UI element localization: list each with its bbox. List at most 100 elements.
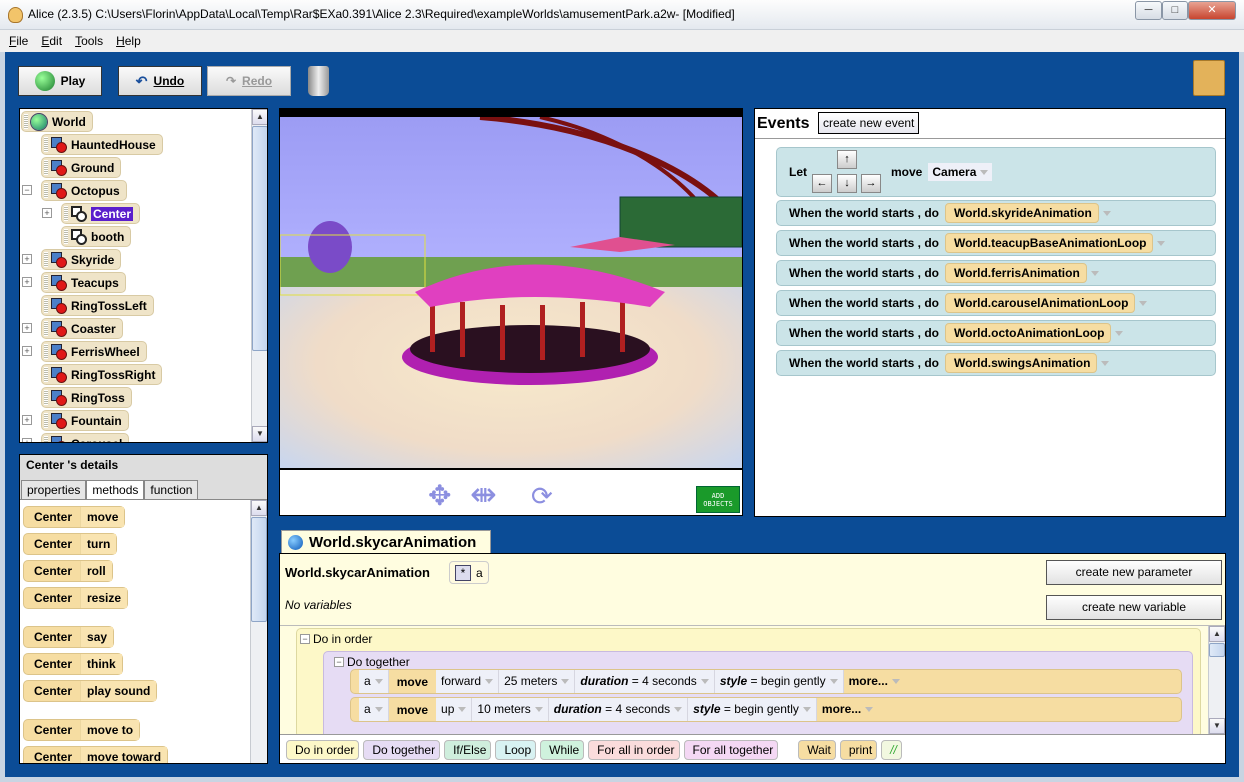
clipboard-icon[interactable] — [1193, 60, 1225, 96]
trash-icon[interactable] — [308, 66, 329, 96]
tree-item[interactable]: Skyride — [41, 248, 122, 271]
scroll-down-icon[interactable]: ▼ — [1209, 718, 1225, 734]
tab-function[interactable]: function — [144, 480, 199, 500]
tree-item[interactable]: Carousel — [41, 432, 130, 442]
method-tile[interactable]: Center roll — [23, 560, 113, 582]
amount-dropdown[interactable]: 25 meters — [499, 670, 576, 693]
palette-tile[interactable]: For all together — [683, 740, 779, 760]
expand-icon[interactable]: + — [22, 277, 32, 287]
tree-item[interactable]: Center — [61, 202, 141, 225]
scroll-up-icon[interactable]: ▲ — [1209, 626, 1225, 642]
tree-item[interactable]: Teacups — [41, 271, 126, 294]
world-start-event[interactable]: When the world starts , do World.ferrisAn… — [776, 260, 1216, 286]
tree-item-world[interactable]: World — [21, 110, 93, 133]
palette-tile[interactable]: Do in order — [286, 740, 360, 760]
duration-dropdown[interactable]: duration = 4 seconds — [548, 698, 689, 721]
handler-dropdown[interactable]: World.swingsAnimation — [945, 353, 1098, 373]
style-dropdown[interactable]: style = begin gently — [714, 670, 844, 693]
palette-tile[interactable]: Do together — [363, 740, 441, 760]
palette-tile[interactable]: // — [881, 740, 902, 760]
methods-scrollbar[interactable]: ▲ — [250, 500, 267, 763]
method-tile[interactable]: Center move to — [23, 719, 141, 741]
undo-button[interactable]: ↶ Undo — [118, 66, 202, 96]
method-tile[interactable]: Center think — [23, 653, 123, 675]
method-editor-tab[interactable]: World.skycarAnimation — [281, 530, 491, 554]
add-objects-button[interactable]: ADD OBJECTS — [696, 486, 740, 513]
duration-dropdown[interactable]: duration = 4 seconds — [575, 670, 715, 693]
handler-dropdown[interactable]: World.skyrideAnimation — [945, 203, 1099, 223]
palette-tile[interactable]: Loop — [495, 740, 537, 760]
tree-item[interactable]: RingTossLeft — [41, 294, 154, 317]
menu-help[interactable]: Help — [107, 30, 145, 48]
palette-tile[interactable]: Wait — [798, 740, 836, 760]
method-tile[interactable]: Center resize — [23, 587, 129, 609]
collapse-icon[interactable]: − — [334, 657, 344, 667]
tree-item[interactable]: Coaster — [41, 317, 123, 340]
world-start-event[interactable]: When the world starts , do World.swingsAn… — [776, 350, 1216, 376]
world-start-event[interactable]: When the world starts , do World.carousel… — [776, 290, 1216, 316]
tree-item[interactable]: booth — [61, 225, 132, 248]
dropdown-arrow-icon[interactable] — [1090, 270, 1099, 276]
expand-icon[interactable]: + — [22, 415, 32, 425]
world-view[interactable] — [279, 108, 745, 469]
expand-icon[interactable]: + — [22, 438, 32, 442]
maximize-button[interactable]: □ — [1162, 1, 1188, 20]
close-button[interactable]: ✕ — [1188, 1, 1236, 20]
tree-item[interactable]: HauntedHouse — [41, 133, 163, 156]
tab-properties[interactable]: properties — [21, 480, 87, 500]
tree-item[interactable]: RingTossRight — [41, 363, 163, 386]
scroll-down-icon[interactable]: ▼ — [252, 426, 267, 442]
dropdown-arrow-icon[interactable] — [1157, 240, 1166, 246]
direction-dropdown[interactable]: up — [436, 698, 473, 721]
tab-methods[interactable]: methods — [86, 480, 145, 500]
minimize-button[interactable]: ─ — [1135, 1, 1162, 20]
object-dropdown[interactable]: a — [359, 670, 389, 693]
world-start-event[interactable]: When the world starts , do World.teacupBa… — [776, 230, 1216, 256]
palette-tile[interactable]: For all in order — [588, 740, 680, 760]
scroll-up-icon[interactable]: ▲ — [251, 500, 267, 516]
tree-item[interactable]: Fountain — [41, 409, 129, 432]
expand-icon[interactable]: + — [22, 254, 32, 264]
method-tile[interactable]: Center say — [23, 626, 115, 648]
menu-edit[interactable]: Edit — [32, 30, 66, 48]
direction-dropdown[interactable]: forward — [436, 670, 500, 693]
editor-scrollbar[interactable]: ▲ ▼ — [1208, 626, 1225, 734]
scroll-thumb[interactable] — [251, 517, 267, 622]
tree-scrollbar[interactable]: ▲ ▼ — [251, 109, 267, 442]
parameter-a[interactable]: * a — [449, 561, 489, 584]
move-statement[interactable]: a move forward 25 meters duration = 4 se… — [350, 669, 1182, 694]
scroll-up-icon[interactable]: ▲ — [252, 109, 267, 125]
dropdown-arrow-icon[interactable] — [1101, 360, 1110, 366]
method-tile[interactable]: Center play sound — [23, 680, 158, 702]
menu-tools[interactable]: Tools — [66, 30, 107, 48]
create-new-parameter-button[interactable]: create new parameter — [1046, 560, 1222, 585]
handler-dropdown[interactable]: World.teacupBaseAnimationLoop — [945, 233, 1154, 253]
world-start-event[interactable]: When the world starts , do World.skyrideA… — [776, 200, 1216, 226]
handler-dropdown[interactable]: World.ferrisAnimation — [945, 263, 1087, 283]
redo-button[interactable]: ↷ Redo — [207, 66, 291, 96]
collapse-icon[interactable]: − — [300, 634, 310, 644]
more-dropdown[interactable]: more... — [817, 698, 878, 721]
move-statement[interactable]: a move up 10 meters duration = 4 seconds… — [350, 697, 1182, 722]
camera-dropdown[interactable]: Camera — [928, 163, 993, 181]
tree-item[interactable]: RingToss — [41, 386, 132, 409]
dropdown-arrow-icon[interactable] — [1115, 330, 1124, 336]
more-dropdown[interactable]: more... — [844, 670, 905, 693]
style-dropdown[interactable]: style = begin gently — [688, 698, 817, 721]
move-camera-icon[interactable]: ✥ — [428, 482, 451, 510]
handler-dropdown[interactable]: World.carouselAnimationLoop — [945, 293, 1136, 313]
rotate-camera-icon[interactable]: ⟳ — [531, 482, 553, 510]
tree-item[interactable]: Ground — [41, 156, 122, 179]
tree-item[interactable]: Octopus — [41, 179, 127, 202]
menu-file[interactable]: File — [0, 30, 32, 48]
collapse-icon[interactable]: − — [22, 185, 32, 195]
tree-item[interactable]: FerrisWheel — [41, 340, 147, 363]
play-button[interactable]: Play — [18, 66, 102, 96]
object-dropdown[interactable]: a — [359, 698, 389, 721]
expand-icon[interactable]: + — [22, 346, 32, 356]
handler-dropdown[interactable]: World.octoAnimationLoop — [945, 323, 1112, 343]
keyboard-event[interactable]: Let ↑ ← ↓ → move Camera — [776, 147, 1216, 197]
palette-tile[interactable]: If/Else — [444, 740, 492, 760]
do-together-block[interactable]: − Do together — [323, 651, 1193, 741]
method-tile[interactable]: Center move toward — [23, 746, 169, 763]
